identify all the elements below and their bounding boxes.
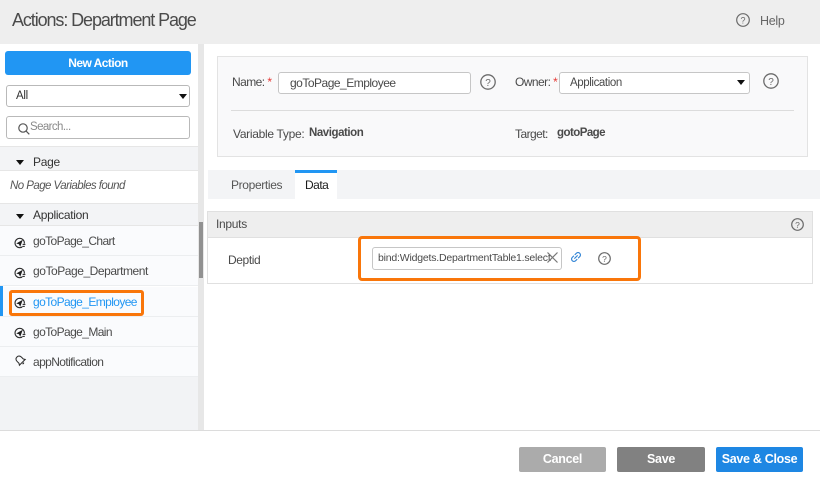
svg-text:?: ?	[768, 77, 774, 88]
svg-text:?: ?	[795, 220, 800, 230]
svg-text:?: ?	[602, 254, 607, 264]
svg-text:?: ?	[485, 78, 491, 89]
svg-text:?: ?	[740, 15, 745, 25]
